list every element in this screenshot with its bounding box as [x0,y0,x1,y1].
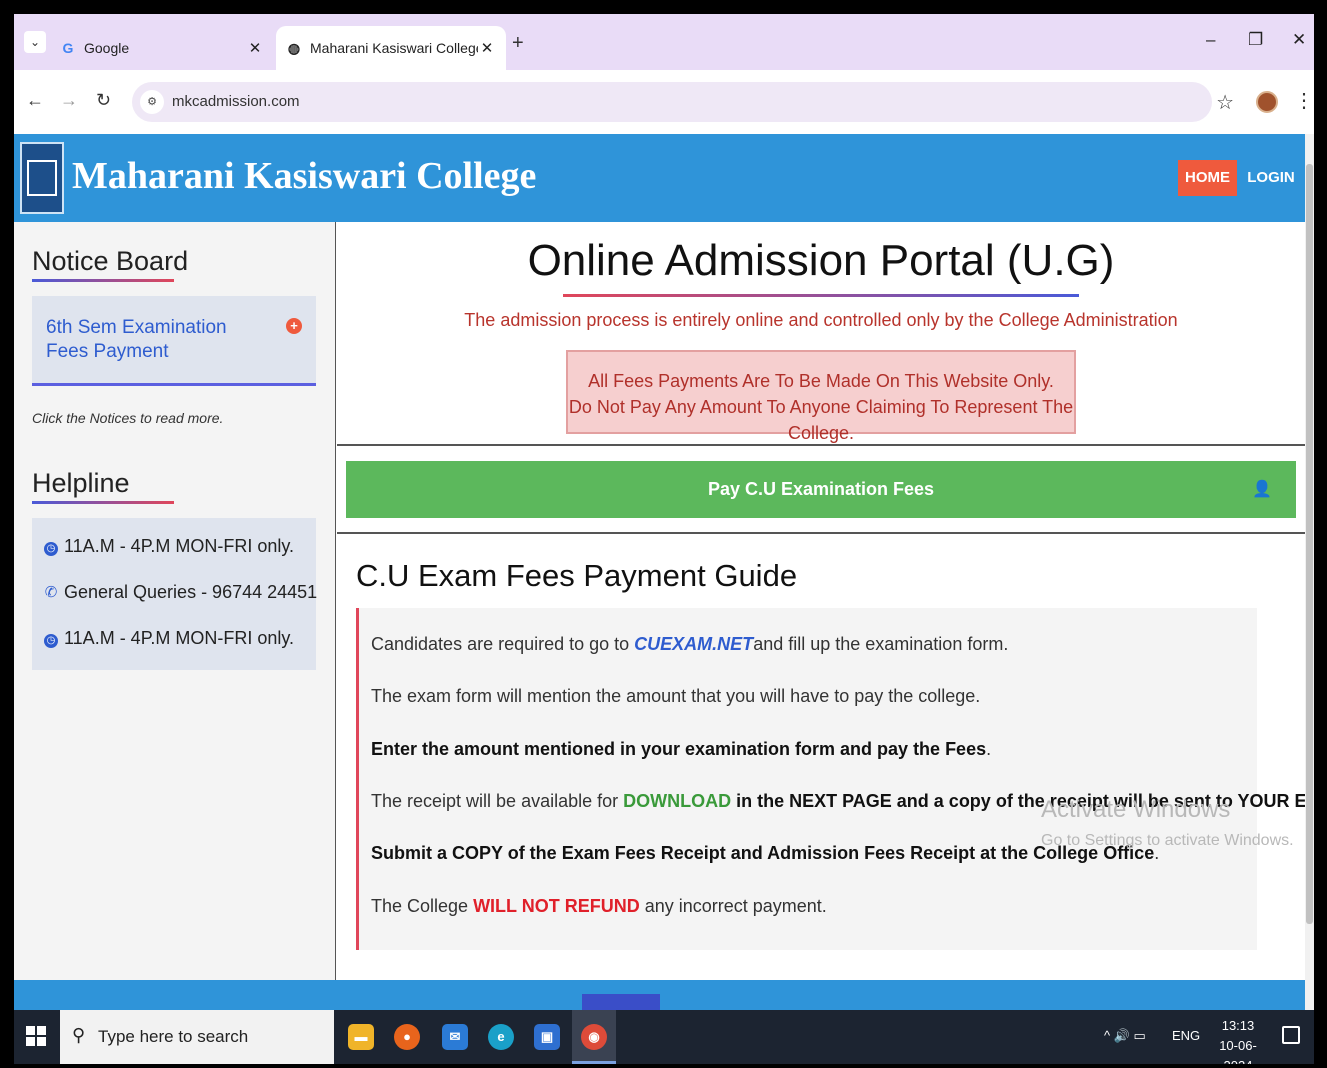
guide-line: The exam form will mention the amount th… [371,686,981,706]
tab-title: Maharani Kasiswari College - O [310,40,478,56]
guide-box: Candidates are required to go to CUEXAM.… [356,608,1305,950]
mail-icon[interactable]: ✉ [442,1024,468,1050]
close-tab-icon[interactable]: ✕ [246,39,264,57]
guide-line: Candidates are required to go to CUEXAM.… [371,634,1009,654]
page-scrollbar[interactable] [1305,134,1314,1010]
title-underline [563,294,1079,297]
plus-circle-icon[interactable]: + [286,318,302,334]
notice-item[interactable]: 6th Sem Examination Fees Payment + [32,296,316,386]
guide-heading: C.U Exam Fees Payment Guide [356,558,798,593]
site-info-icon[interactable]: ⚙ [140,90,164,114]
search-placeholder: Type here to search [98,1027,249,1046]
google-favicon-icon: G [62,40,74,56]
forward-icon[interactable]: → [60,90,78,111]
search-icon: ⚲ [72,1025,86,1045]
taskbar: ⚲ Type here to search ▬ ● ✉ e ▣ ◉ ^ 🔊 ▭ … [14,1010,1314,1064]
alert-line: All Fees Payments Are To Be Made On This… [588,371,1054,391]
browser-tab-strip: ⌄ G Google ✕ ◍ Maharani Kasiswari Colleg… [14,14,1314,70]
pay-exam-fees-button[interactable]: Pay C.U Examination Fees 👤 [346,461,1296,518]
close-window-icon[interactable]: ✕ [1292,30,1306,50]
divider [337,532,1305,534]
url-text[interactable]: mkcadmission.com [172,93,300,110]
activate-windows-title: Activate Windows [1041,796,1231,823]
helpline-box: ◷ 11A.M - 4P.M MON-FRI only. ✆ General Que… [32,518,318,670]
new-tab-icon[interactable]: + [512,32,524,55]
notification-icon[interactable] [1282,1026,1300,1044]
close-tab-icon[interactable]: ✕ [478,39,496,57]
notice-link[interactable]: 6th Sem Examination Fees Payment [46,316,246,364]
tray-icons[interactable]: ^ 🔊 ▭ [1104,1028,1146,1044]
edge-icon[interactable]: e [488,1024,514,1050]
web-page: Maharani Kasiswari College HOME LOGIN No… [14,134,1305,1010]
add-user-icon: 👤 [1252,481,1272,498]
site-name[interactable]: Maharani Kasiswari College [72,154,536,198]
globe-icon: ◍ [287,40,301,56]
back-icon[interactable]: ← [26,90,44,111]
profile-avatar[interactable] [1256,91,1278,113]
page-title: Online Admission Portal (U.G) [527,236,1115,285]
sidebar: Notice Board 6th Sem Examination Fees Pa… [14,222,336,982]
clock-icon: ◷ [44,542,58,556]
nav-login-button[interactable]: LOGIN [1246,160,1296,196]
browser-toolbar: ← → ↻ ⚙ mkcadmission.com ☆ ⋮ [14,70,1314,134]
tab-google[interactable]: G Google ✕ [50,26,274,70]
clock-icon: ◷ [44,634,58,648]
tab-title: Google [84,40,130,56]
bookmark-star-icon[interactable]: ☆ [1216,90,1234,115]
footer-home-button[interactable] [582,994,660,1010]
pay-button-label: Pay C.U Examination Fees [707,479,935,499]
tab-search-dropdown-icon[interactable]: ⌄ [24,31,46,53]
nav-home-button[interactable]: HOME [1178,160,1237,196]
windows-start-icon[interactable] [26,1026,46,1046]
college-logo[interactable] [20,142,64,214]
guide-line: Enter the amount mentioned in your exami… [371,739,992,759]
alert-line: Do Not Pay Any Amount To Anyone Claiming… [568,397,1074,443]
helpline-phone: ✆ General Queries - 96744 24451 [44,582,318,602]
site-header: Maharani Kasiswari College HOME LOGIN [14,134,1305,222]
activate-windows-sub: Go to Settings to activate Windows. [1041,832,1294,849]
store-icon[interactable]: ▣ [534,1024,560,1050]
file-explorer-icon[interactable]: ▬ [348,1024,374,1050]
tab-college[interactable]: ◍ Maharani Kasiswari College - O ✕ [276,26,506,70]
firefox-icon[interactable]: ● [394,1024,420,1050]
main-content: Online Admission Portal (U.G) The admiss… [337,222,1305,1010]
minimize-icon[interactable]: – [1206,30,1215,50]
browser-menu-icon[interactable]: ⋮ [1294,88,1314,113]
divider [337,444,1305,446]
cuexam-link[interactable]: CUEXAM.NET [634,634,753,654]
taskbar-clock[interactable]: 13:13 10-06-2024 [1206,1016,1270,1064]
helpline-heading: Helpline [32,468,174,504]
language-indicator[interactable]: ENG [1172,1028,1200,1043]
helpline-hours: ◷ 11A.M - 4P.M MON-FRI only. [44,628,294,649]
fees-alert: All Fees Payments Are To Be Made On This… [566,350,1076,443]
notice-board-heading: Notice Board [32,246,188,282]
helpline-hours: ◷ 11A.M - 4P.M MON-FRI only. [44,536,294,557]
taskbar-search[interactable]: ⚲ Type here to search [60,1010,334,1064]
chrome-icon[interactable]: ◉ [581,1024,607,1050]
address-bar[interactable]: ⚙ mkcadmission.com ☆ [132,82,1234,122]
guide-line: The College WILL NOT REFUND any incorrec… [371,896,827,916]
site-footer [14,980,1305,1010]
notice-hint: Click the Notices to read more. [32,410,224,426]
page-subtitle: The admission process is entirely online… [464,310,1178,330]
phone-icon: ✆ [44,584,58,601]
reload-icon[interactable]: ↻ [96,90,111,111]
desktop-screen: ⌄ G Google ✕ ◍ Maharani Kasiswari Colleg… [14,14,1314,1064]
restore-icon[interactable]: ❐ [1248,30,1263,50]
